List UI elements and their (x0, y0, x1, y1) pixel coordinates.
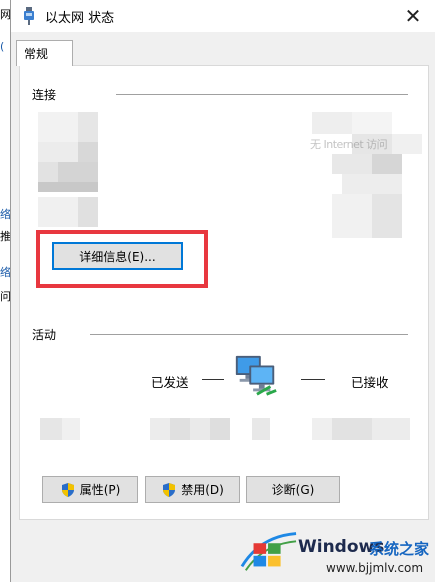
uac-shield-icon (61, 482, 74, 497)
received-dash (301, 379, 325, 380)
tab-label: 常规 (24, 47, 49, 61)
properties-button[interactable]: 属性(P) (42, 476, 138, 503)
network-computers-icon (235, 355, 277, 396)
ethernet-adapter-icon (24, 7, 34, 25)
sent-label: 已发送 (151, 375, 189, 390)
diagnose-button-label: 诊断(G) (271, 483, 315, 497)
bytes-counts-obscured (40, 418, 410, 442)
sent-dash (202, 379, 224, 380)
disable-button-label: 禁用(D) (181, 483, 224, 497)
properties-button-label: 属性(P) (79, 483, 121, 497)
uac-shield-icon (163, 482, 176, 497)
connection-heading: 连接 (32, 86, 63, 103)
disable-button[interactable]: 禁用(D) (145, 476, 240, 503)
connection-values-obscured-right (312, 112, 422, 242)
watermark-site-name: 系统之家 (369, 540, 430, 558)
background-char: ( (0, 40, 5, 53)
watermark-url: www.bjjmlv.com (326, 561, 424, 575)
highlight-box (36, 230, 208, 288)
received-label: 已接收 (351, 375, 389, 390)
title-bar[interactable]: 以太网 状态 ✕ (11, 0, 435, 32)
window-title: 以太网 状态 (45, 11, 115, 26)
general-tab-panel: 连接 无 Internet 访问 详细信息(E)... 活动 已发送 已接收 属… (19, 65, 429, 520)
connection-status-text-obscured: 无 Internet 访问 (310, 138, 388, 151)
tab-general[interactable]: 常规 (16, 40, 73, 66)
connection-values-obscured-left (38, 112, 128, 232)
ethernet-status-dialog: 以太网 状态 ✕ 常规 连接 无 Internet 访问 详细信息(E)... … (10, 0, 435, 582)
connection-group-divider (116, 94, 408, 95)
diagnose-button[interactable]: 诊断(G) (246, 476, 340, 503)
activity-group-divider (90, 334, 408, 335)
site-watermark: Windows 系统之家 www.bjjmlv.com (236, 517, 435, 582)
close-button[interactable]: ✕ (391, 0, 435, 32)
close-icon: ✕ (404, 4, 422, 28)
windows-logo-icon (240, 532, 297, 571)
activity-heading: 活动 (32, 326, 63, 343)
